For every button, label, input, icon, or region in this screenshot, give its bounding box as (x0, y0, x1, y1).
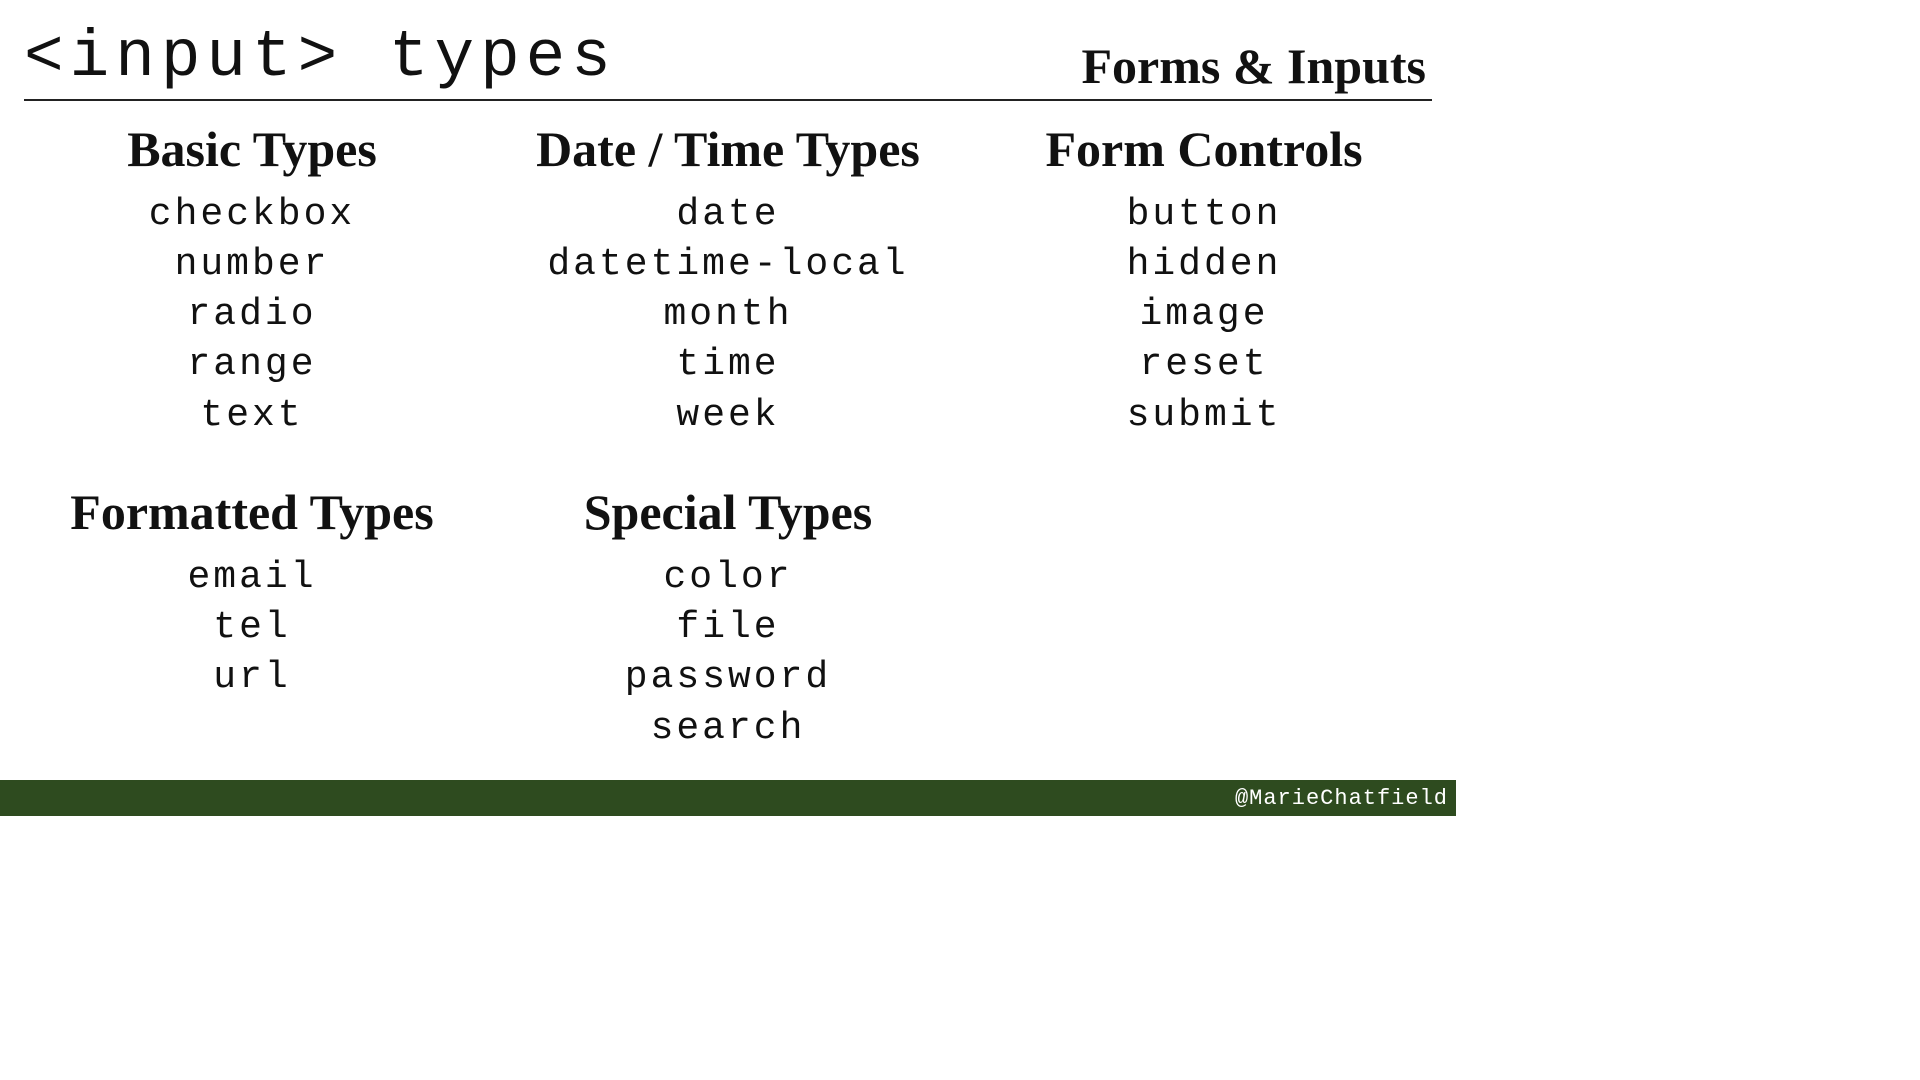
list-item: date (500, 190, 956, 240)
list-item: tel (24, 603, 480, 653)
group-heading: Special Types (500, 483, 956, 541)
group-heading: Formatted Types (24, 483, 480, 541)
list-item: button (976, 190, 1432, 240)
list-item: month (500, 290, 956, 340)
list-item: file (500, 603, 956, 653)
slide-subtitle: Forms & Inputs (1082, 37, 1432, 95)
list-item: checkbox (24, 190, 480, 240)
list-item: text (24, 391, 480, 441)
list-item: url (24, 653, 480, 703)
group-heading: Form Controls (976, 120, 1432, 178)
group-heading: Basic Types (24, 120, 480, 178)
list-item: email (24, 553, 480, 603)
group-heading: Date / Time Types (500, 120, 956, 178)
slide-header: <input> types Forms & Inputs (24, 20, 1432, 101)
list-item: submit (976, 391, 1432, 441)
list-item: search (500, 704, 956, 754)
list-item: password (500, 653, 956, 703)
slide: <input> types Forms & Inputs Basic Types… (0, 0, 1456, 816)
list-item: radio (24, 290, 480, 340)
list-item: week (500, 391, 956, 441)
author-handle: @MarieChatfield (1235, 786, 1448, 811)
slide-footer: @MarieChatfield (0, 780, 1456, 816)
list-item: color (500, 553, 956, 603)
group-form-controls: Form Controls button hidden image reset … (976, 120, 1432, 453)
list-item: hidden (976, 240, 1432, 290)
list-item: reset (976, 340, 1432, 390)
list-item: datetime-local (500, 240, 956, 290)
slide-title: <input> types (24, 20, 617, 95)
group-formatted-types: Formatted Types email tel url (24, 483, 480, 766)
list-item: image (976, 290, 1432, 340)
list-item: number (24, 240, 480, 290)
group-basic-types: Basic Types checkbox number radio range … (24, 120, 480, 453)
group-date-time-types: Date / Time Types date datetime-local mo… (500, 120, 956, 453)
slide-content: Basic Types checkbox number radio range … (24, 120, 1432, 766)
list-item: range (24, 340, 480, 390)
group-special-types: Special Types color file password search (500, 483, 956, 766)
list-item: time (500, 340, 956, 390)
